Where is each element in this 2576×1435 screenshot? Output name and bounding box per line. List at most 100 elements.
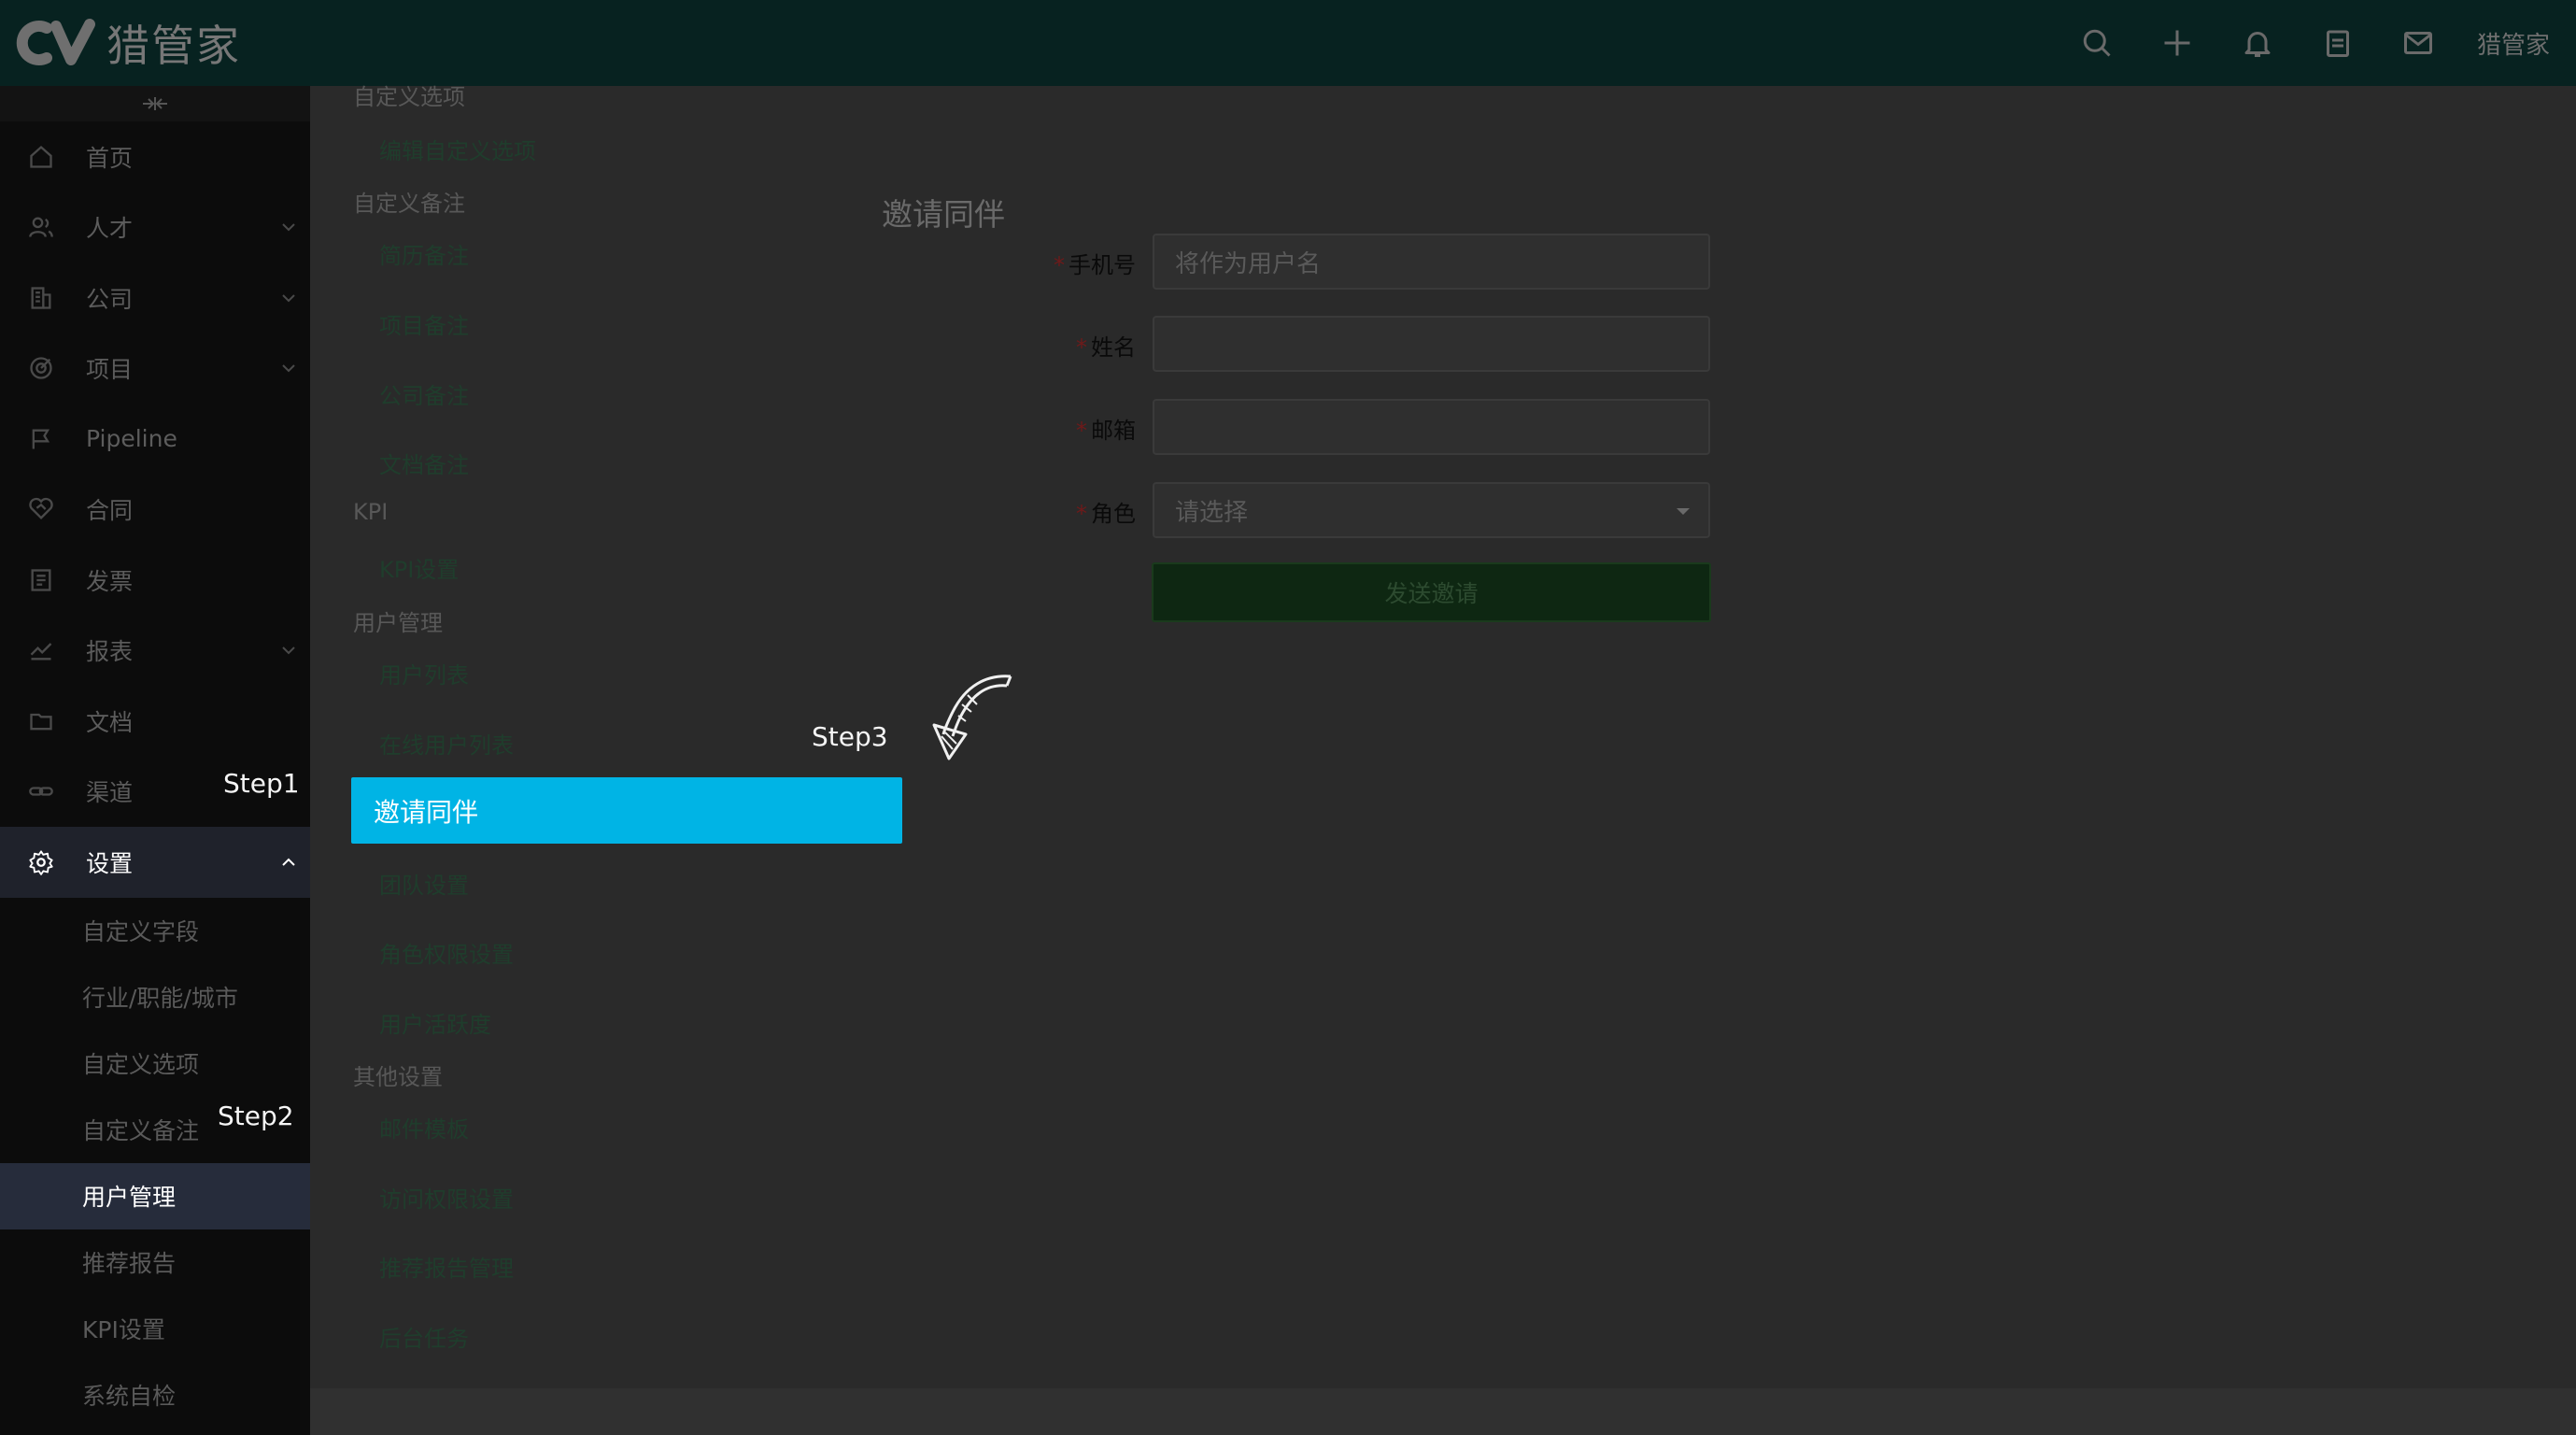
menu-link-report-management[interactable]: 推荐报告管理 [379, 1250, 514, 1283]
role-label: * 角色 [1076, 501, 1136, 527]
tasks-button[interactable] [2298, 0, 2378, 86]
menu-link-email-templates[interactable]: 邮件模板 [379, 1111, 469, 1144]
chevron-down-icon [282, 294, 295, 303]
sidebar-sub-recommendation-report[interactable]: 推荐报告 [0, 1229, 310, 1296]
users-icon [28, 214, 54, 240]
menu-link-edit-custom-options[interactable]: 编辑自定义选项 [379, 133, 536, 165]
sidebar-sub-custom-options[interactable]: 自定义选项 [0, 1030, 310, 1097]
chevron-up-icon [282, 858, 295, 866]
sidebar-item-label: Pipeline [86, 425, 177, 453]
sidebar-sub-kpi-settings[interactable]: KPI设置 [0, 1296, 310, 1362]
add-button[interactable] [2137, 0, 2217, 86]
header-actions: 猎管家 [2057, 0, 2576, 86]
step2-annotation: Step2 [218, 1101, 294, 1131]
form-title: 邀请同伴 [882, 196, 1005, 233]
sidebar-item-project[interactable]: 项目 [0, 334, 310, 405]
menu-group-title: 自定义备注 [353, 191, 465, 217]
folder-icon [28, 708, 54, 734]
sidebar-sub-industry-function-city[interactable]: 行业/职能/城市 [0, 964, 310, 1030]
search-button[interactable] [2057, 0, 2137, 86]
menu-link-invite-colleague[interactable]: 邀请同伴 [351, 777, 902, 844]
caret-down-icon [1677, 508, 1690, 515]
sidebar-sub-custom-fields[interactable]: 自定义字段 [0, 898, 310, 964]
menu-link-online-users[interactable]: 在线用户列表 [379, 727, 514, 760]
clipboard-icon [2326, 30, 2349, 57]
menu-link-user-list[interactable]: 用户列表 [379, 657, 469, 689]
notifications-button[interactable] [2217, 0, 2298, 86]
trend-icon [28, 637, 54, 663]
sidebar-item-label: 渠道 [86, 779, 134, 807]
mail-icon [2403, 32, 2432, 54]
messages-button[interactable] [2378, 0, 2458, 86]
phone-field[interactable]: 将作为用户名 [1153, 234, 1710, 290]
sidebar-item-home[interactable]: 首页 [0, 121, 310, 192]
menu-group-title: 自定义选项 [353, 84, 465, 110]
sidebar: 首页 人才 公司 项目 Pipeline 合同 发票 报表 文档 渠道 设置 自… [0, 86, 310, 1435]
sidebar-item-label: 发票 [86, 567, 134, 595]
email-label: * 邮箱 [1076, 418, 1136, 444]
sidebar-item-label: 公司 [86, 285, 134, 313]
sidebar-item-label: 文档 [86, 708, 134, 736]
sidebar-item-label: 项目 [86, 356, 134, 384]
collapse-icon [143, 97, 167, 110]
chevron-down-icon [282, 223, 295, 232]
target-icon [28, 355, 54, 381]
menu-link-document-notes[interactable]: 文档备注 [379, 447, 469, 479]
sidebar-sub-system-check[interactable]: 系统自检 [0, 1362, 310, 1428]
sidebar-item-label: 设置 [86, 849, 134, 877]
bell-icon [2244, 32, 2271, 57]
menu-link-access-settings[interactable]: 访问权限设置 [379, 1181, 514, 1214]
gear-icon [28, 849, 54, 875]
menu-link-user-activity[interactable]: 用户活跃度 [379, 1006, 491, 1039]
sidebar-item-documents[interactable]: 文档 [0, 686, 310, 757]
logo-text: 猎管家 [106, 21, 241, 71]
sidebar-item-settings[interactable]: 设置 [0, 827, 310, 898]
send-invite-button[interactable]: 发送邀请 [1152, 562, 1711, 622]
step3-annotation: Step3 [812, 721, 888, 752]
phone-label: * 手机号 [1054, 252, 1136, 278]
receipt-icon [28, 567, 54, 593]
sidebar-collapse-toggle[interactable] [0, 86, 310, 121]
sidebar-item-label: 首页 [86, 144, 134, 172]
sidebar-item-company[interactable]: 公司 [0, 263, 310, 334]
plus-icon [2164, 30, 2190, 56]
chevron-down-icon [282, 364, 295, 373]
flag-icon [28, 426, 54, 452]
sidebar-item-talent[interactable]: 人才 [0, 192, 310, 263]
menu-link-project-notes[interactable]: 项目备注 [379, 307, 469, 340]
sidebar-item-contract[interactable]: 合同 [0, 475, 310, 546]
menu-link-company-notes[interactable]: 公司备注 [379, 377, 469, 410]
email-field[interactable] [1153, 399, 1710, 455]
sidebar-item-pipeline[interactable]: Pipeline [0, 404, 310, 475]
menu-link-background-tasks[interactable]: 后台任务 [379, 1320, 469, 1353]
role-select[interactable]: 请选择 [1153, 482, 1710, 538]
curved-arrow-icon [932, 675, 1012, 760]
menu-link-kpi-settings[interactable]: KPI设置 [379, 551, 459, 584]
link-icon [28, 778, 54, 804]
building-icon [28, 285, 54, 311]
app-logo[interactable]: 猎管家 [15, 11, 241, 75]
sidebar-sub-user-management[interactable]: 用户管理 [0, 1162, 310, 1229]
sidebar-item-label: 人才 [86, 215, 134, 243]
name-field[interactable] [1153, 316, 1710, 372]
home-icon [28, 144, 54, 170]
sidebar-item-label: 合同 [86, 497, 134, 525]
logo-mark-icon [16, 19, 95, 65]
menu-link-role-permissions[interactable]: 角色权限设置 [379, 936, 514, 969]
step1-annotation: Step1 [223, 768, 300, 799]
menu-group-title: KPI [353, 499, 389, 525]
chevron-down-icon [282, 646, 295, 655]
user-menu[interactable]: 猎管家 [2458, 26, 2576, 61]
top-bar: 猎管家 猎管家 [0, 0, 2576, 86]
sidebar-item-invoice[interactable]: 发票 [0, 545, 310, 616]
sidebar-item-reports[interactable]: 报表 [0, 616, 310, 687]
menu-link-resume-notes[interactable]: 简历备注 [379, 237, 469, 270]
menu-group-title: 其他设置 [353, 1064, 443, 1090]
name-label: * 姓名 [1076, 334, 1136, 361]
footer-strip [310, 1388, 2576, 1435]
search-icon [2083, 29, 2111, 57]
sidebar-item-label: 报表 [86, 638, 134, 666]
menu-group-title: 用户管理 [353, 610, 443, 636]
menu-link-team-settings[interactable]: 团队设置 [379, 867, 469, 900]
handshake-icon [28, 496, 54, 522]
